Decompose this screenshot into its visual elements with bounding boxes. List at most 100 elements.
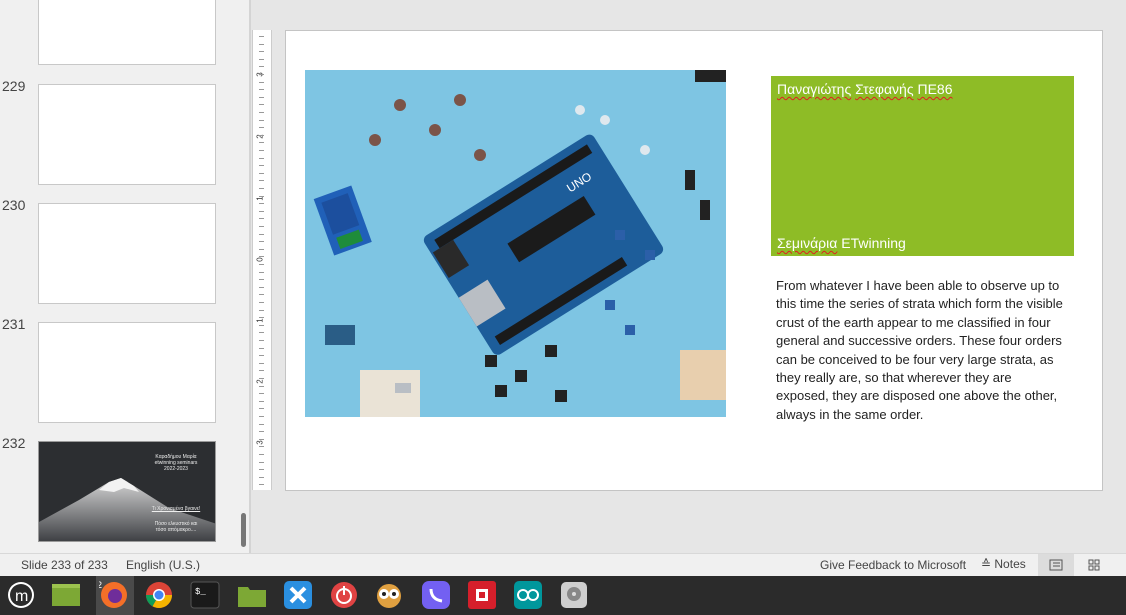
pane-divider[interactable]	[249, 0, 251, 553]
power-icon[interactable]	[329, 580, 359, 610]
ruler-tick	[259, 165, 264, 167]
ruler-tick	[259, 157, 264, 159]
ruler-tick	[259, 134, 264, 136]
slide-counter: Slide 233 of 233	[21, 558, 108, 572]
arduino-image: UNO	[305, 70, 726, 417]
ruler-label: 0	[255, 257, 265, 262]
notes-icon: ≙	[981, 557, 995, 571]
anydesk-icon[interactable]	[467, 580, 497, 610]
disk-app-icon[interactable]	[559, 580, 589, 610]
ruler-tick	[259, 393, 264, 395]
slide-number-229: 229	[2, 78, 26, 94]
ruler-tick	[259, 142, 264, 144]
thumb-caption-line2: τόσο απόμακρο....	[155, 527, 197, 533]
ruler-tick	[259, 74, 264, 75]
thumb-title-line3: 2022-2023	[164, 466, 188, 472]
files-icon[interactable]	[237, 580, 267, 610]
viber-icon[interactable]	[421, 580, 451, 610]
ruler-tick	[259, 233, 264, 235]
ruler-tick	[259, 172, 264, 174]
ruler-tick	[259, 370, 264, 372]
ruler-tick	[259, 51, 264, 53]
ruler-tick	[259, 324, 264, 326]
chrome-icon[interactable]	[144, 580, 174, 610]
ruler-tick	[259, 248, 264, 250]
ruler-tick	[259, 332, 264, 334]
ruler-tick	[259, 317, 264, 319]
slide-thumbnail-228[interactable]	[38, 0, 216, 65]
slide-number-232: 232	[2, 435, 26, 451]
ruler-label: 3	[255, 440, 265, 445]
terminal-icon[interactable]: $_	[190, 580, 220, 610]
ruler-tick	[259, 362, 264, 364]
ruler-tick	[259, 347, 264, 349]
ruler-tick	[259, 469, 264, 471]
normal-view-button[interactable]	[1038, 554, 1074, 576]
ruler-tick	[259, 89, 264, 91]
ruler-tick	[259, 431, 264, 433]
thumbnail-scrollbar[interactable]	[241, 513, 246, 547]
feedback-link[interactable]: Give Feedback to Microsoft	[820, 558, 966, 572]
ruler-tick	[259, 112, 264, 113]
svg-text:m: m	[15, 588, 28, 605]
ruler-tick	[259, 271, 264, 273]
ruler-tick	[259, 104, 264, 106]
grid-view-icon	[1088, 559, 1100, 571]
vertical-ruler: 3 2 1 0 1 2 3	[252, 30, 272, 490]
ruler-tick	[259, 81, 264, 83]
ruler-tick	[259, 210, 264, 212]
ruler-tick	[259, 438, 264, 440]
slide-number-231: 231	[2, 316, 26, 332]
slide-number-230: 230	[2, 197, 26, 213]
slide-thumbnail-230[interactable]	[38, 203, 216, 304]
slide-thumbnail-232[interactable]: Καραδήμου Μαρία etwinning seminars 2022-…	[38, 441, 216, 542]
slide-thumbnail-231[interactable]	[38, 322, 216, 423]
blue-app-icon[interactable]	[283, 580, 313, 610]
ruler-tick	[259, 416, 264, 417]
ruler-tick	[259, 195, 264, 197]
ruler-tick	[259, 294, 264, 296]
firefox-icon[interactable]: 2	[97, 580, 129, 610]
slide-sorter-button[interactable]	[1080, 554, 1108, 576]
ruler-tick	[259, 355, 264, 357]
ruler-tick	[259, 188, 264, 189]
ruler-tick	[259, 180, 264, 182]
ruler-tick	[259, 302, 264, 303]
ruler-tick	[259, 58, 264, 60]
window-count-badge: 2	[99, 580, 102, 590]
ruler-tick	[259, 218, 264, 220]
thumb-link: Τι Χρονισμένα βγαινε!	[151, 506, 201, 512]
ruler-tick	[259, 340, 264, 341]
language-indicator[interactable]: English (U.S.)	[126, 558, 200, 572]
ruler-tick	[259, 127, 264, 129]
normal-view-icon	[1049, 559, 1063, 571]
slide-subtitle: Σεμινάρια ETwinning	[777, 235, 906, 251]
arduino-photo[interactable]: UNO	[305, 70, 726, 417]
notes-button[interactable]: ≙ Notes	[981, 557, 1026, 571]
ruler-tick	[259, 484, 264, 486]
ruler-tick	[259, 400, 264, 402]
ruler-tick	[259, 36, 264, 37]
ruler-tick	[259, 43, 264, 45]
ruler-tick	[259, 309, 264, 311]
webcam-app-icon[interactable]	[374, 580, 404, 610]
ruler-tick	[259, 423, 264, 425]
ruler-tick	[259, 264, 264, 265]
ruler-tick	[259, 96, 264, 98]
ruler-tick	[259, 461, 264, 463]
thumb-title: Καραδήμου Μαρία etwinning seminars 2022-…	[145, 454, 207, 472]
ruler-tick	[259, 408, 264, 410]
slide-thumbnail-229[interactable]	[38, 84, 216, 185]
ruler-tick	[259, 226, 264, 227]
slide-canvas[interactable]: UNO Παναγιώτης Στεφανής ΠΕ86 Σεμινάρια E…	[285, 30, 1103, 491]
show-desktop-icon[interactable]	[51, 580, 81, 610]
arduino-icon[interactable]	[513, 580, 543, 610]
ruler-tick	[259, 66, 264, 68]
svg-text:$_: $_	[195, 587, 206, 597]
ruler-tick	[259, 150, 264, 151]
ruler-tick	[259, 203, 264, 205]
mint-menu-icon[interactable]: m	[6, 580, 36, 610]
title-box[interactable]: Παναγιώτης Στεφανής ΠΕ86 Σεμινάρια ETwin…	[771, 76, 1074, 256]
slide-body-text[interactable]: From whatever I have been able to observ…	[776, 277, 1066, 424]
status-bar: Slide 233 of 233 English (U.S.) Give Fee…	[0, 553, 1126, 576]
